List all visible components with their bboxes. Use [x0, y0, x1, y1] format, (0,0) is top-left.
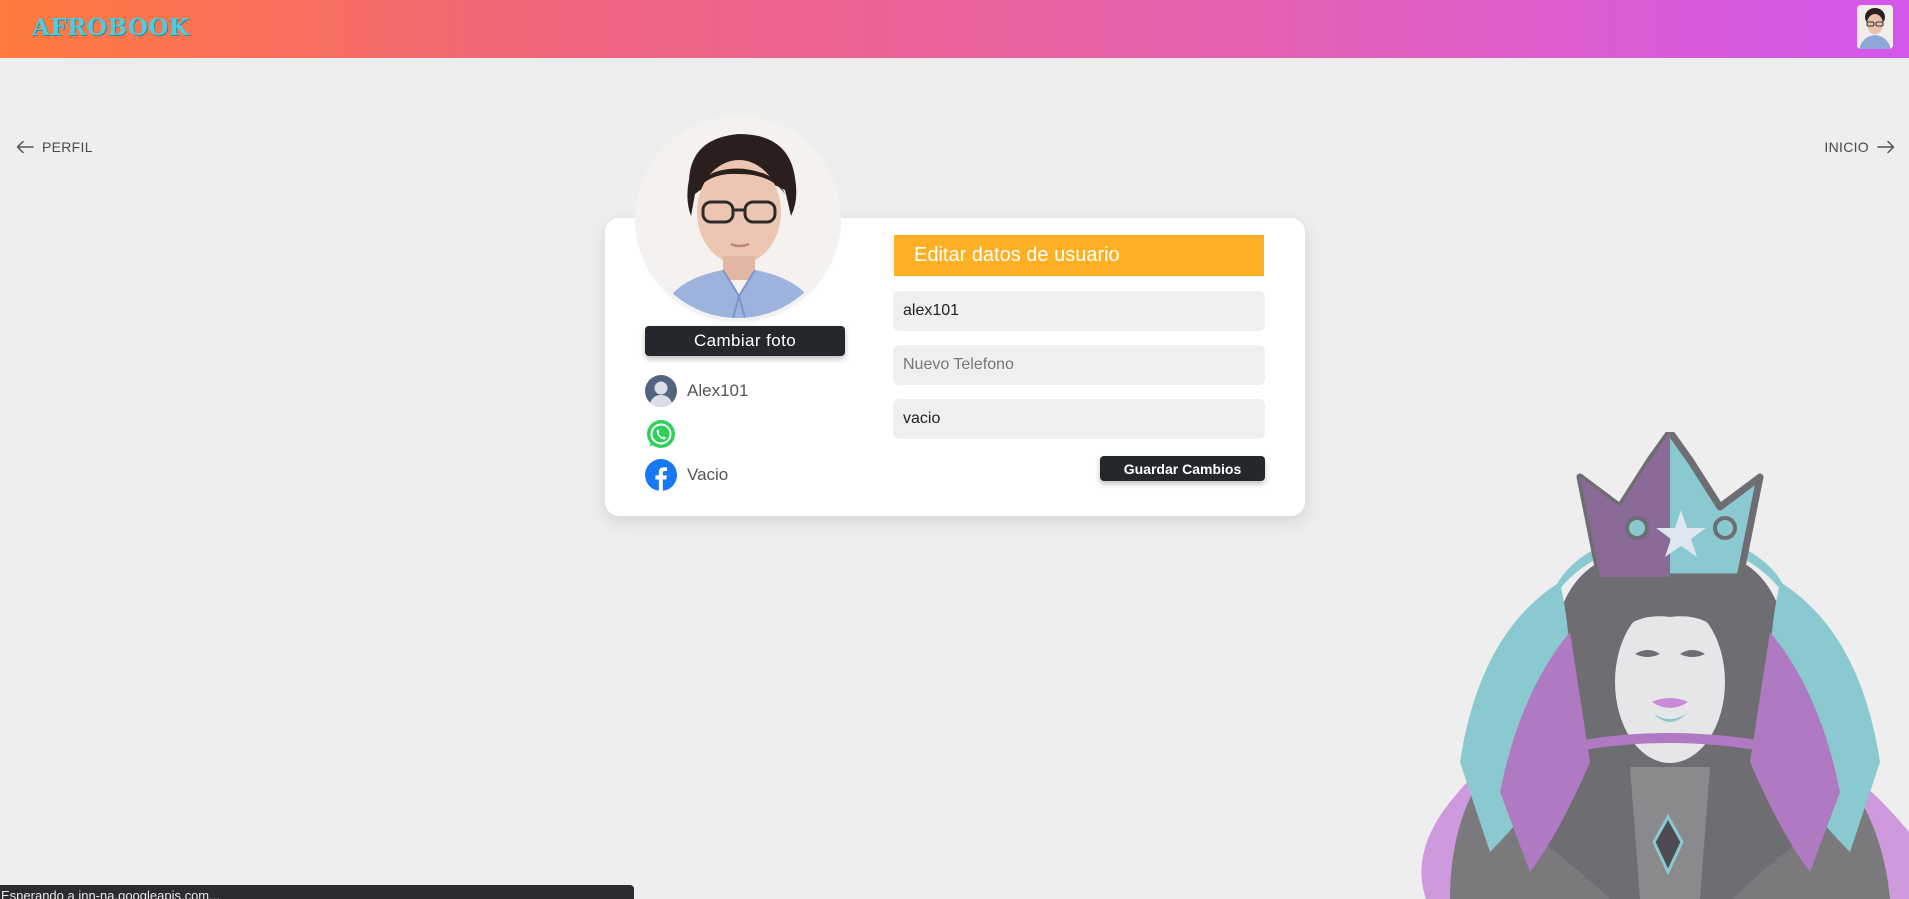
user-avatar-icon	[645, 375, 677, 407]
profile-photo-image	[639, 120, 837, 318]
phone-input[interactable]	[893, 345, 1265, 385]
app-logo[interactable]: AFROBOOK	[32, 14, 189, 41]
forward-link-label: INICIO	[1824, 139, 1869, 155]
browser-status-bar: Esperando a inn-na.googleapis.com...	[0, 885, 634, 899]
username-row: Alex101	[645, 375, 748, 407]
top-navbar: AFROBOOK	[0, 0, 1909, 58]
back-to-profile-link[interactable]: PERFIL	[16, 139, 93, 155]
facebook-row: Vacio	[645, 459, 728, 491]
facebook-icon	[645, 459, 677, 491]
arrow-left-icon	[16, 140, 34, 154]
profile-photo	[639, 120, 837, 318]
save-changes-button[interactable]: Guardar Cambios	[1100, 456, 1265, 481]
facebook-text: Vacio	[687, 465, 729, 484]
username-input[interactable]	[893, 291, 1265, 331]
username-text: Alex101	[687, 381, 749, 400]
queen-mascot-illustration	[1421, 432, 1909, 899]
navbar-user-avatar[interactable]	[1857, 5, 1893, 49]
whatsapp-icon	[647, 420, 675, 448]
change-photo-button[interactable]: Cambiar foto	[645, 326, 845, 356]
edit-user-data-title: Editar datos de usuario	[894, 235, 1264, 276]
back-link-label: PERFIL	[42, 139, 93, 155]
go-home-link[interactable]: INICIO	[1824, 139, 1895, 155]
facebook-input[interactable]	[893, 399, 1265, 439]
arrow-right-icon	[1877, 140, 1895, 154]
whatsapp-row	[645, 418, 687, 450]
user-photo-thumbnail	[1857, 5, 1893, 49]
